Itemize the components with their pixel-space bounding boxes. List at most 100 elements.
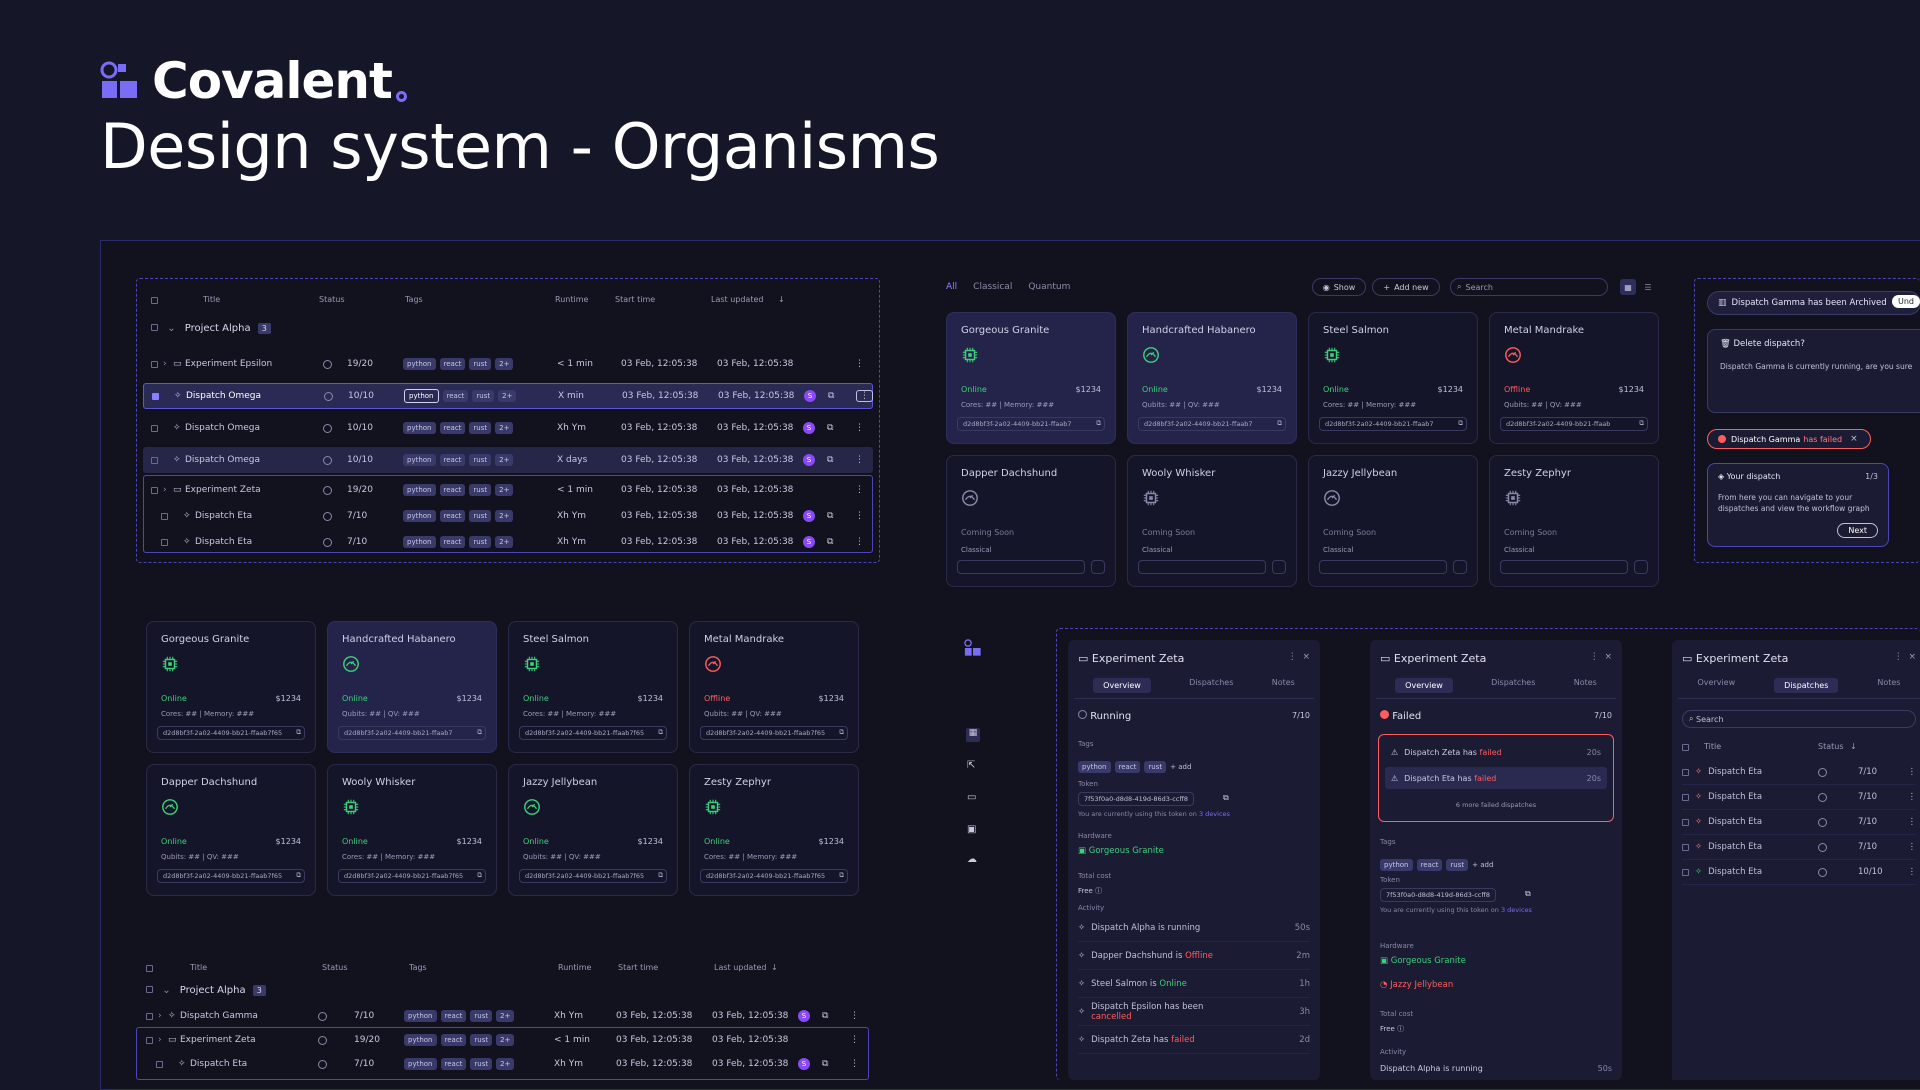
col-start[interactable]: Start time (618, 963, 658, 972)
filter-all-tab[interactable]: All (946, 282, 957, 292)
table-row[interactable]: ✧ Dispatch Omega 10/10 python react rust 2+ X m… (143, 383, 873, 409)
col-status[interactable]: Status (1818, 742, 1844, 751)
row-checkbox[interactable] (1682, 768, 1689, 776)
tag-chip[interactable]: python (1078, 761, 1111, 773)
row-checkbox[interactable] (151, 424, 158, 432)
tab-dispatches[interactable]: Dispatches (1774, 678, 1839, 693)
row-checkbox[interactable] (152, 392, 159, 400)
add-tag-button[interactable]: + add (1472, 861, 1493, 869)
hardware-card[interactable]: Jazzy Jellybean Coming Soon Classical (1308, 455, 1478, 587)
tab-overview[interactable]: Overview (1093, 678, 1151, 693)
select-all-checkbox[interactable] (151, 297, 158, 304)
cpu-icon[interactable]: ▣ (967, 824, 976, 835)
avatar[interactable]: S (803, 454, 815, 466)
token-devices-link[interactable]: 3 devices (1199, 810, 1230, 818)
row-checkbox[interactable] (1682, 868, 1689, 876)
sort-down-icon[interactable]: ↓ (771, 963, 778, 972)
more-icon[interactable]: ⋮ (856, 390, 873, 402)
tab-notes[interactable]: Notes (1272, 678, 1295, 693)
col-tags[interactable]: Tags (405, 295, 423, 304)
tab-overview[interactable]: Overview (1395, 678, 1453, 693)
tag-chip[interactable]: react (439, 454, 466, 466)
more-icon[interactable]: ⋮ (1590, 652, 1599, 662)
hardware-card[interactable]: Metal Mandrake Offline $1234 Qubits: ## | Q… (1489, 312, 1659, 444)
copy-icon[interactable]: ⧉ (1277, 419, 1282, 428)
tag-more-chip[interactable]: 2+ (498, 390, 517, 402)
close-icon[interactable]: × (1604, 652, 1612, 662)
group-row[interactable]: ⌄ Project Alpha 3 (146, 985, 266, 996)
token-devices-link[interactable]: 3 devices (1501, 906, 1532, 914)
row-checkbox[interactable] (146, 1012, 153, 1020)
copy-icon[interactable]: ⧉ (828, 391, 834, 401)
dispatch-list-row[interactable]: ✧ Dispatch Eta 7/10 ⋮ (1682, 835, 1916, 860)
group-row[interactable]: ⌄ Project Alpha 3 (151, 323, 271, 334)
hardware-card[interactable]: Handcrafted Habanero Online $1234 Qubits: #… (327, 621, 497, 753)
more-icon[interactable]: ⋮ (1288, 652, 1297, 662)
tag-chip[interactable]: python (404, 389, 439, 403)
chevron-right-icon[interactable]: › (158, 1011, 162, 1021)
failed-item[interactable]: ⚠ Dispatch Zeta has failed 20s (1385, 741, 1607, 763)
more-icon[interactable]: ⋮ (850, 1011, 859, 1021)
col-runtime[interactable]: Runtime (558, 963, 591, 972)
hardware-card[interactable]: Wooly Whisker Coming Soon Classical (1127, 455, 1297, 587)
more-icon[interactable]: ⋮ (1908, 867, 1917, 877)
copy-icon[interactable]: ⧉ (839, 871, 844, 880)
search-input[interactable]: ⌕ Search (1450, 278, 1608, 296)
col-title[interactable]: Title (203, 295, 220, 304)
avatar[interactable]: S (804, 390, 816, 402)
avatar[interactable]: S (803, 422, 815, 434)
col-updated[interactable]: Last updated (714, 963, 766, 972)
close-icon[interactable]: × (1850, 434, 1858, 444)
more-icon[interactable]: ⋮ (1908, 817, 1917, 827)
avatar[interactable]: S (798, 1010, 810, 1022)
tag-chip[interactable]: rust (470, 1010, 493, 1022)
covalent-nav-logo-icon[interactable] (964, 639, 982, 657)
hardware-item[interactable]: ▣ Gorgeous Granite (1078, 846, 1164, 856)
tag-more-chip[interactable]: 2+ (496, 1010, 515, 1022)
card-token-field[interactable]: d2d8bf3f-2a02-4409-bb21-ffaab7 ⧉ (957, 417, 1105, 431)
row-checkbox[interactable] (1682, 793, 1689, 801)
copy-icon[interactable]: ⧉ (296, 728, 301, 737)
hardware-card[interactable]: Steel Salmon Online $1234 Cores: ## | Memor… (1308, 312, 1478, 444)
list-view-icon[interactable]: ☰ (1640, 279, 1656, 295)
more-icon[interactable]: ⋮ (1908, 842, 1917, 852)
activity-item[interactable]: ✧ Dispatch Alpha is running 50s (1078, 914, 1310, 942)
close-icon[interactable]: × (1302, 652, 1310, 662)
copy-icon[interactable]: ⧉ (296, 871, 301, 880)
copy-icon[interactable]: ⧉ (839, 728, 844, 737)
hardware-card[interactable]: Wooly Whisker Online $1234 Cores: ## | Memo… (327, 764, 497, 896)
copy-icon[interactable]: ⧉ (477, 728, 482, 737)
tag-chip[interactable]: rust (1144, 761, 1167, 773)
tag-chip[interactable]: rust (469, 454, 492, 466)
close-icon[interactable]: × (1908, 652, 1916, 662)
sort-down-icon[interactable]: ↓ (778, 295, 785, 304)
copy-icon[interactable]: ⧉ (658, 728, 663, 737)
tab-dispatches[interactable]: Dispatches (1491, 678, 1535, 693)
chevron-right-icon[interactable]: › (163, 359, 167, 369)
more-icon[interactable]: ⋮ (855, 359, 864, 369)
copy-icon[interactable]: ⧉ (1525, 889, 1531, 899)
sort-down-icon[interactable]: ↓ (1850, 742, 1857, 751)
card-token-field[interactable]: d2d8bf3f-2a02-4409-bb21-ffaab7f65 ⧉ (157, 869, 305, 883)
hardware-item[interactable]: ▣ Gorgeous Granite (1380, 956, 1466, 966)
more-icon[interactable]: ⋮ (1908, 767, 1917, 777)
copy-icon[interactable]: ⧉ (1096, 419, 1101, 428)
tag-chip[interactable]: react (440, 1010, 467, 1022)
tag-chip[interactable]: python (403, 422, 436, 434)
activity-item[interactable]: ✧ Dispatch Zeta has failed 2d (1078, 1026, 1310, 1054)
copy-icon[interactable]: ⧉ (827, 455, 833, 465)
tab-notes[interactable]: Notes (1574, 678, 1597, 693)
tag-more-chip[interactable]: 2+ (495, 358, 514, 370)
select-all-checkbox[interactable] (146, 965, 153, 972)
dispatch-list-row[interactable]: ✧ Dispatch Eta 7/10 ⋮ (1682, 810, 1916, 835)
group-checkbox[interactable] (151, 324, 158, 331)
col-runtime[interactable]: Runtime (555, 295, 588, 304)
token-field[interactable]: 7f53f0a0-d8d8-419d-86d3-ccff8 (1380, 888, 1496, 902)
row-checkbox[interactable] (151, 456, 158, 464)
table-row[interactable]: ✧ Dispatch Omega 10/10 python react rust 2+ Xh … (143, 415, 873, 441)
hardware-card[interactable]: Dapper Dachshund Coming Soon Classical (946, 455, 1116, 587)
card-token-field[interactable]: d2d8bf3f-2a02-4409-bb21-ffaab7 ⧉ (1138, 417, 1286, 431)
chevron-down-icon[interactable]: ⌄ (162, 985, 170, 996)
tab-overview[interactable]: Overview (1697, 678, 1735, 693)
tag-chip[interactable]: python (404, 1010, 437, 1022)
